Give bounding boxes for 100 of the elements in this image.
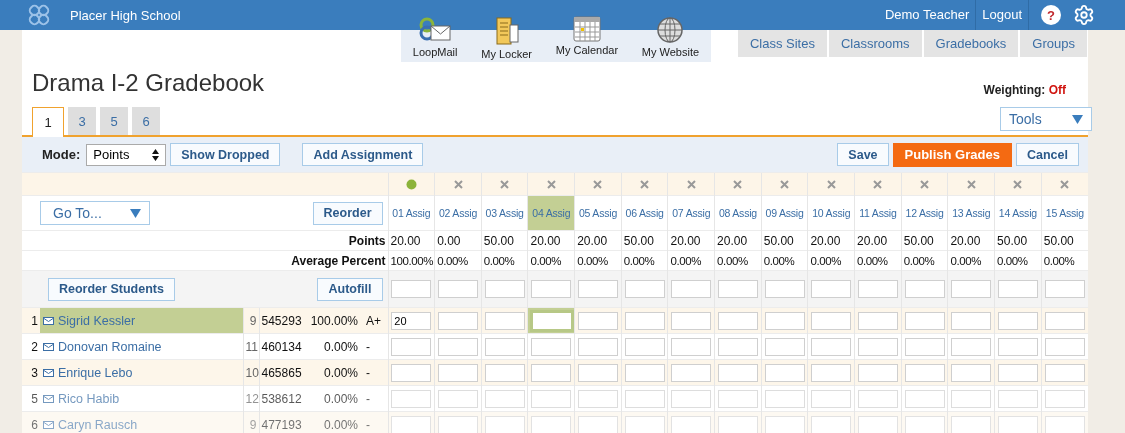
score-input[interactable] (438, 415, 478, 433)
score-input[interactable] (904, 389, 945, 408)
autofill-input[interactable] (811, 280, 852, 298)
score-input[interactable] (811, 363, 852, 382)
cancel-button[interactable]: Cancel (1015, 143, 1079, 166)
score-input[interactable] (577, 363, 618, 382)
score-input[interactable] (857, 337, 898, 356)
score-input[interactable] (857, 415, 898, 433)
score-input[interactable] (811, 311, 852, 330)
score-input[interactable] (1044, 363, 1085, 382)
autofill-input[interactable] (951, 280, 992, 298)
student-name-link[interactable]: Sigrid Kessler (40, 308, 243, 333)
autofill-input[interactable] (1044, 280, 1085, 298)
score-input[interactable] (438, 363, 478, 382)
score-input[interactable] (811, 337, 852, 356)
score-input[interactable] (671, 363, 712, 382)
assignment-link[interactable]: 12 Assig (902, 196, 948, 230)
score-input[interactable] (997, 415, 1038, 433)
autofill-input[interactable] (717, 280, 758, 298)
student-name-link[interactable]: Enrique Lebo (40, 360, 243, 385)
assignment-link[interactable]: 08 Assig (715, 196, 761, 230)
assignment-link[interactable]: 09 Assig (762, 196, 808, 230)
score-input[interactable] (484, 415, 525, 433)
score-input[interactable] (811, 389, 852, 408)
autofill-button[interactable]: Autofill (317, 277, 383, 301)
score-input[interactable] (577, 389, 618, 408)
app-link[interactable]: My Website (641, 16, 700, 62)
app-link[interactable]: LoopMail (412, 16, 458, 62)
score-input[interactable] (997, 311, 1038, 330)
app-link[interactable]: My Calendar (555, 16, 619, 62)
score-input[interactable] (764, 337, 805, 356)
nav-tab[interactable]: Class Sites (737, 30, 827, 57)
score-input[interactable]: 20 (391, 311, 432, 330)
autofill-input[interactable] (671, 280, 712, 298)
score-input[interactable] (904, 363, 945, 382)
score-input[interactable] (484, 311, 525, 330)
score-input[interactable] (857, 363, 898, 382)
score-input[interactable] (577, 337, 618, 356)
score-input[interactable] (764, 415, 805, 433)
score-input[interactable] (624, 415, 665, 433)
save-button[interactable]: Save (837, 143, 889, 166)
score-input[interactable] (1044, 389, 1085, 408)
assignment-link[interactable]: 01 Assig (389, 196, 435, 230)
score-input[interactable] (624, 389, 665, 408)
score-input[interactable] (624, 363, 665, 382)
assignment-link[interactable]: 10 Assig (808, 196, 855, 230)
score-input[interactable] (624, 337, 665, 356)
settings-icon[interactable] (1073, 4, 1095, 26)
period-tab[interactable]: 6 (132, 107, 160, 135)
score-input[interactable] (997, 337, 1038, 356)
assignment-link[interactable]: 11 Assig (855, 196, 901, 230)
score-input[interactable] (951, 337, 992, 356)
score-input[interactable] (904, 415, 945, 433)
score-input[interactable] (1044, 337, 1085, 356)
score-input[interactable] (531, 337, 572, 356)
score-input[interactable] (531, 363, 572, 382)
score-input[interactable] (904, 337, 945, 356)
assignment-link[interactable]: 05 Assig (575, 196, 621, 230)
assignment-link[interactable]: 13 Assig (948, 196, 995, 230)
score-input[interactable] (671, 337, 712, 356)
score-input[interactable] (1044, 311, 1085, 330)
period-tab[interactable]: 3 (68, 107, 96, 135)
score-input[interactable] (438, 337, 478, 356)
score-input[interactable] (391, 389, 432, 408)
score-input[interactable] (717, 389, 758, 408)
score-input[interactable] (857, 311, 898, 330)
score-input[interactable] (904, 311, 945, 330)
nav-tab[interactable]: Groups (1020, 30, 1087, 57)
score-input[interactable] (530, 309, 575, 332)
score-input[interactable] (811, 415, 852, 433)
score-input[interactable] (951, 389, 992, 408)
assignment-link[interactable]: 06 Assig (622, 196, 668, 230)
score-input[interactable] (1044, 415, 1085, 433)
score-input[interactable] (484, 337, 525, 356)
tools-dropdown[interactable]: Tools (1000, 107, 1092, 131)
go-to-dropdown[interactable]: Go To... (40, 201, 150, 225)
autofill-input[interactable] (577, 280, 618, 298)
score-input[interactable] (531, 415, 572, 433)
score-input[interactable] (997, 363, 1038, 382)
score-input[interactable] (391, 415, 432, 433)
autofill-input[interactable] (904, 280, 945, 298)
score-input[interactable] (997, 389, 1038, 408)
assignment-link[interactable]: 04 Assig (529, 196, 575, 230)
period-tab[interactable]: 5 (100, 107, 128, 135)
app-link[interactable]: My Locker (481, 16, 532, 62)
score-input[interactable] (484, 389, 525, 408)
score-input[interactable] (717, 337, 758, 356)
nav-tab[interactable]: Gradebooks (923, 30, 1019, 57)
mode-select[interactable]: Points (86, 143, 167, 166)
score-input[interactable] (624, 311, 665, 330)
add-assignment-button[interactable]: Add Assignment (302, 143, 424, 166)
nav-tab[interactable]: Classrooms (828, 30, 922, 57)
score-input[interactable] (577, 415, 618, 433)
score-input[interactable] (577, 311, 618, 330)
autofill-input[interactable] (531, 280, 572, 298)
score-input[interactable] (857, 389, 898, 408)
score-input[interactable] (951, 415, 992, 433)
assignment-link[interactable]: 14 Assig (995, 196, 1041, 230)
score-input[interactable] (764, 389, 805, 408)
score-input[interactable] (438, 389, 478, 408)
